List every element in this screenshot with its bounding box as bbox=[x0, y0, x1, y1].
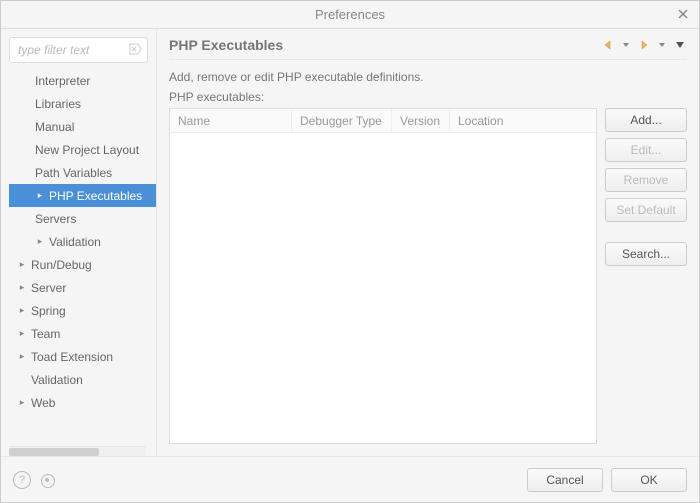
expand-arrow-icon[interactable]: ▸ bbox=[17, 306, 27, 316]
preferences-tree[interactable]: Interpreter Libraries Manual New Project La… bbox=[9, 69, 156, 446]
tree-item-label: Spring bbox=[31, 304, 66, 318]
tree-item-label: Server bbox=[31, 281, 66, 295]
tree-item[interactable]: Validation bbox=[9, 368, 156, 391]
tree-item[interactable]: ▸ Team bbox=[9, 322, 156, 345]
tree-item[interactable]: ▸ Spring bbox=[9, 299, 156, 322]
close-icon[interactable] bbox=[675, 6, 691, 22]
page-title: PHP Executables bbox=[169, 37, 283, 53]
tree-item[interactable]: Interpreter bbox=[9, 69, 156, 92]
tree-item-label: New Project Layout bbox=[35, 143, 139, 157]
add-button[interactable]: Add... bbox=[605, 108, 687, 132]
expand-arrow-icon[interactable]: ▸ bbox=[17, 398, 27, 408]
tree-item-label: Servers bbox=[35, 212, 76, 226]
tree-item[interactable]: Servers bbox=[9, 207, 156, 230]
help-icon[interactable]: ? bbox=[13, 471, 31, 489]
tree-item[interactable]: ▸ PHP Executables bbox=[9, 184, 156, 207]
tree-item-label: PHP Executables bbox=[49, 189, 142, 203]
expand-arrow-icon[interactable]: ▸ bbox=[35, 191, 45, 201]
page-description: Add, remove or edit PHP executable defin… bbox=[169, 60, 687, 90]
tree-item[interactable]: Manual bbox=[9, 115, 156, 138]
tree-item[interactable]: ▸ Web bbox=[9, 391, 156, 414]
column-location[interactable]: Location bbox=[450, 109, 596, 132]
executables-label: PHP executables: bbox=[169, 90, 687, 108]
tree-item[interactable]: ▸ Validation bbox=[9, 230, 156, 253]
tree-item-label: Path Variables bbox=[35, 166, 112, 180]
remove-button[interactable]: Remove bbox=[605, 168, 687, 192]
column-debugger-type[interactable]: Debugger Type bbox=[292, 109, 392, 132]
ok-button[interactable]: OK bbox=[611, 468, 687, 492]
tree-item[interactable]: ▸ Run/Debug bbox=[9, 253, 156, 276]
tree-item-label: Validation bbox=[49, 235, 101, 249]
tree-item[interactable]: Libraries bbox=[9, 92, 156, 115]
expand-arrow-icon[interactable]: ▸ bbox=[17, 329, 27, 339]
search-button[interactable]: Search... bbox=[605, 242, 687, 266]
expand-arrow-icon[interactable]: ▸ bbox=[17, 283, 27, 293]
view-menu-icon[interactable] bbox=[673, 38, 687, 52]
executables-table[interactable]: Name Debugger Type Version Location bbox=[169, 108, 597, 444]
table-body bbox=[170, 133, 596, 443]
clear-filter-icon[interactable] bbox=[128, 42, 142, 56]
column-version[interactable]: Version bbox=[392, 109, 450, 132]
tree-item-label: Team bbox=[31, 327, 60, 341]
expand-arrow-icon[interactable]: ▸ bbox=[17, 352, 27, 362]
window-title: Preferences bbox=[315, 7, 385, 22]
tree-item[interactable]: Path Variables bbox=[9, 161, 156, 184]
tree-item-label: Interpreter bbox=[35, 74, 90, 88]
horizontal-scrollbar[interactable] bbox=[9, 446, 146, 456]
tree-item-label: Toad Extension bbox=[31, 350, 113, 364]
tree-item-label: Validation bbox=[31, 373, 83, 387]
tree-item[interactable]: ▸ Toad Extension bbox=[9, 345, 156, 368]
back-icon[interactable] bbox=[601, 38, 615, 52]
set-default-button[interactable]: Set Default bbox=[605, 198, 687, 222]
tree-item[interactable]: New Project Layout bbox=[9, 138, 156, 161]
tree-item-label: Libraries bbox=[35, 97, 81, 111]
title-bar: Preferences bbox=[1, 1, 699, 29]
expand-arrow-icon[interactable]: ▸ bbox=[35, 237, 45, 247]
column-name[interactable]: Name bbox=[170, 109, 292, 132]
tree-item-label: Manual bbox=[35, 120, 74, 134]
tree-item-label: Web bbox=[31, 396, 55, 410]
scrollbar-thumb[interactable] bbox=[9, 448, 99, 456]
tree-item[interactable]: ▸ Server bbox=[9, 276, 156, 299]
import-export-icon[interactable] bbox=[39, 472, 55, 488]
back-menu-icon[interactable] bbox=[619, 38, 633, 52]
tree-item-label: Run/Debug bbox=[31, 258, 92, 272]
forward-icon[interactable] bbox=[637, 38, 651, 52]
cancel-button[interactable]: Cancel bbox=[527, 468, 603, 492]
forward-menu-icon[interactable] bbox=[655, 38, 669, 52]
edit-button[interactable]: Edit... bbox=[605, 138, 687, 162]
expand-arrow-icon[interactable]: ▸ bbox=[17, 260, 27, 270]
